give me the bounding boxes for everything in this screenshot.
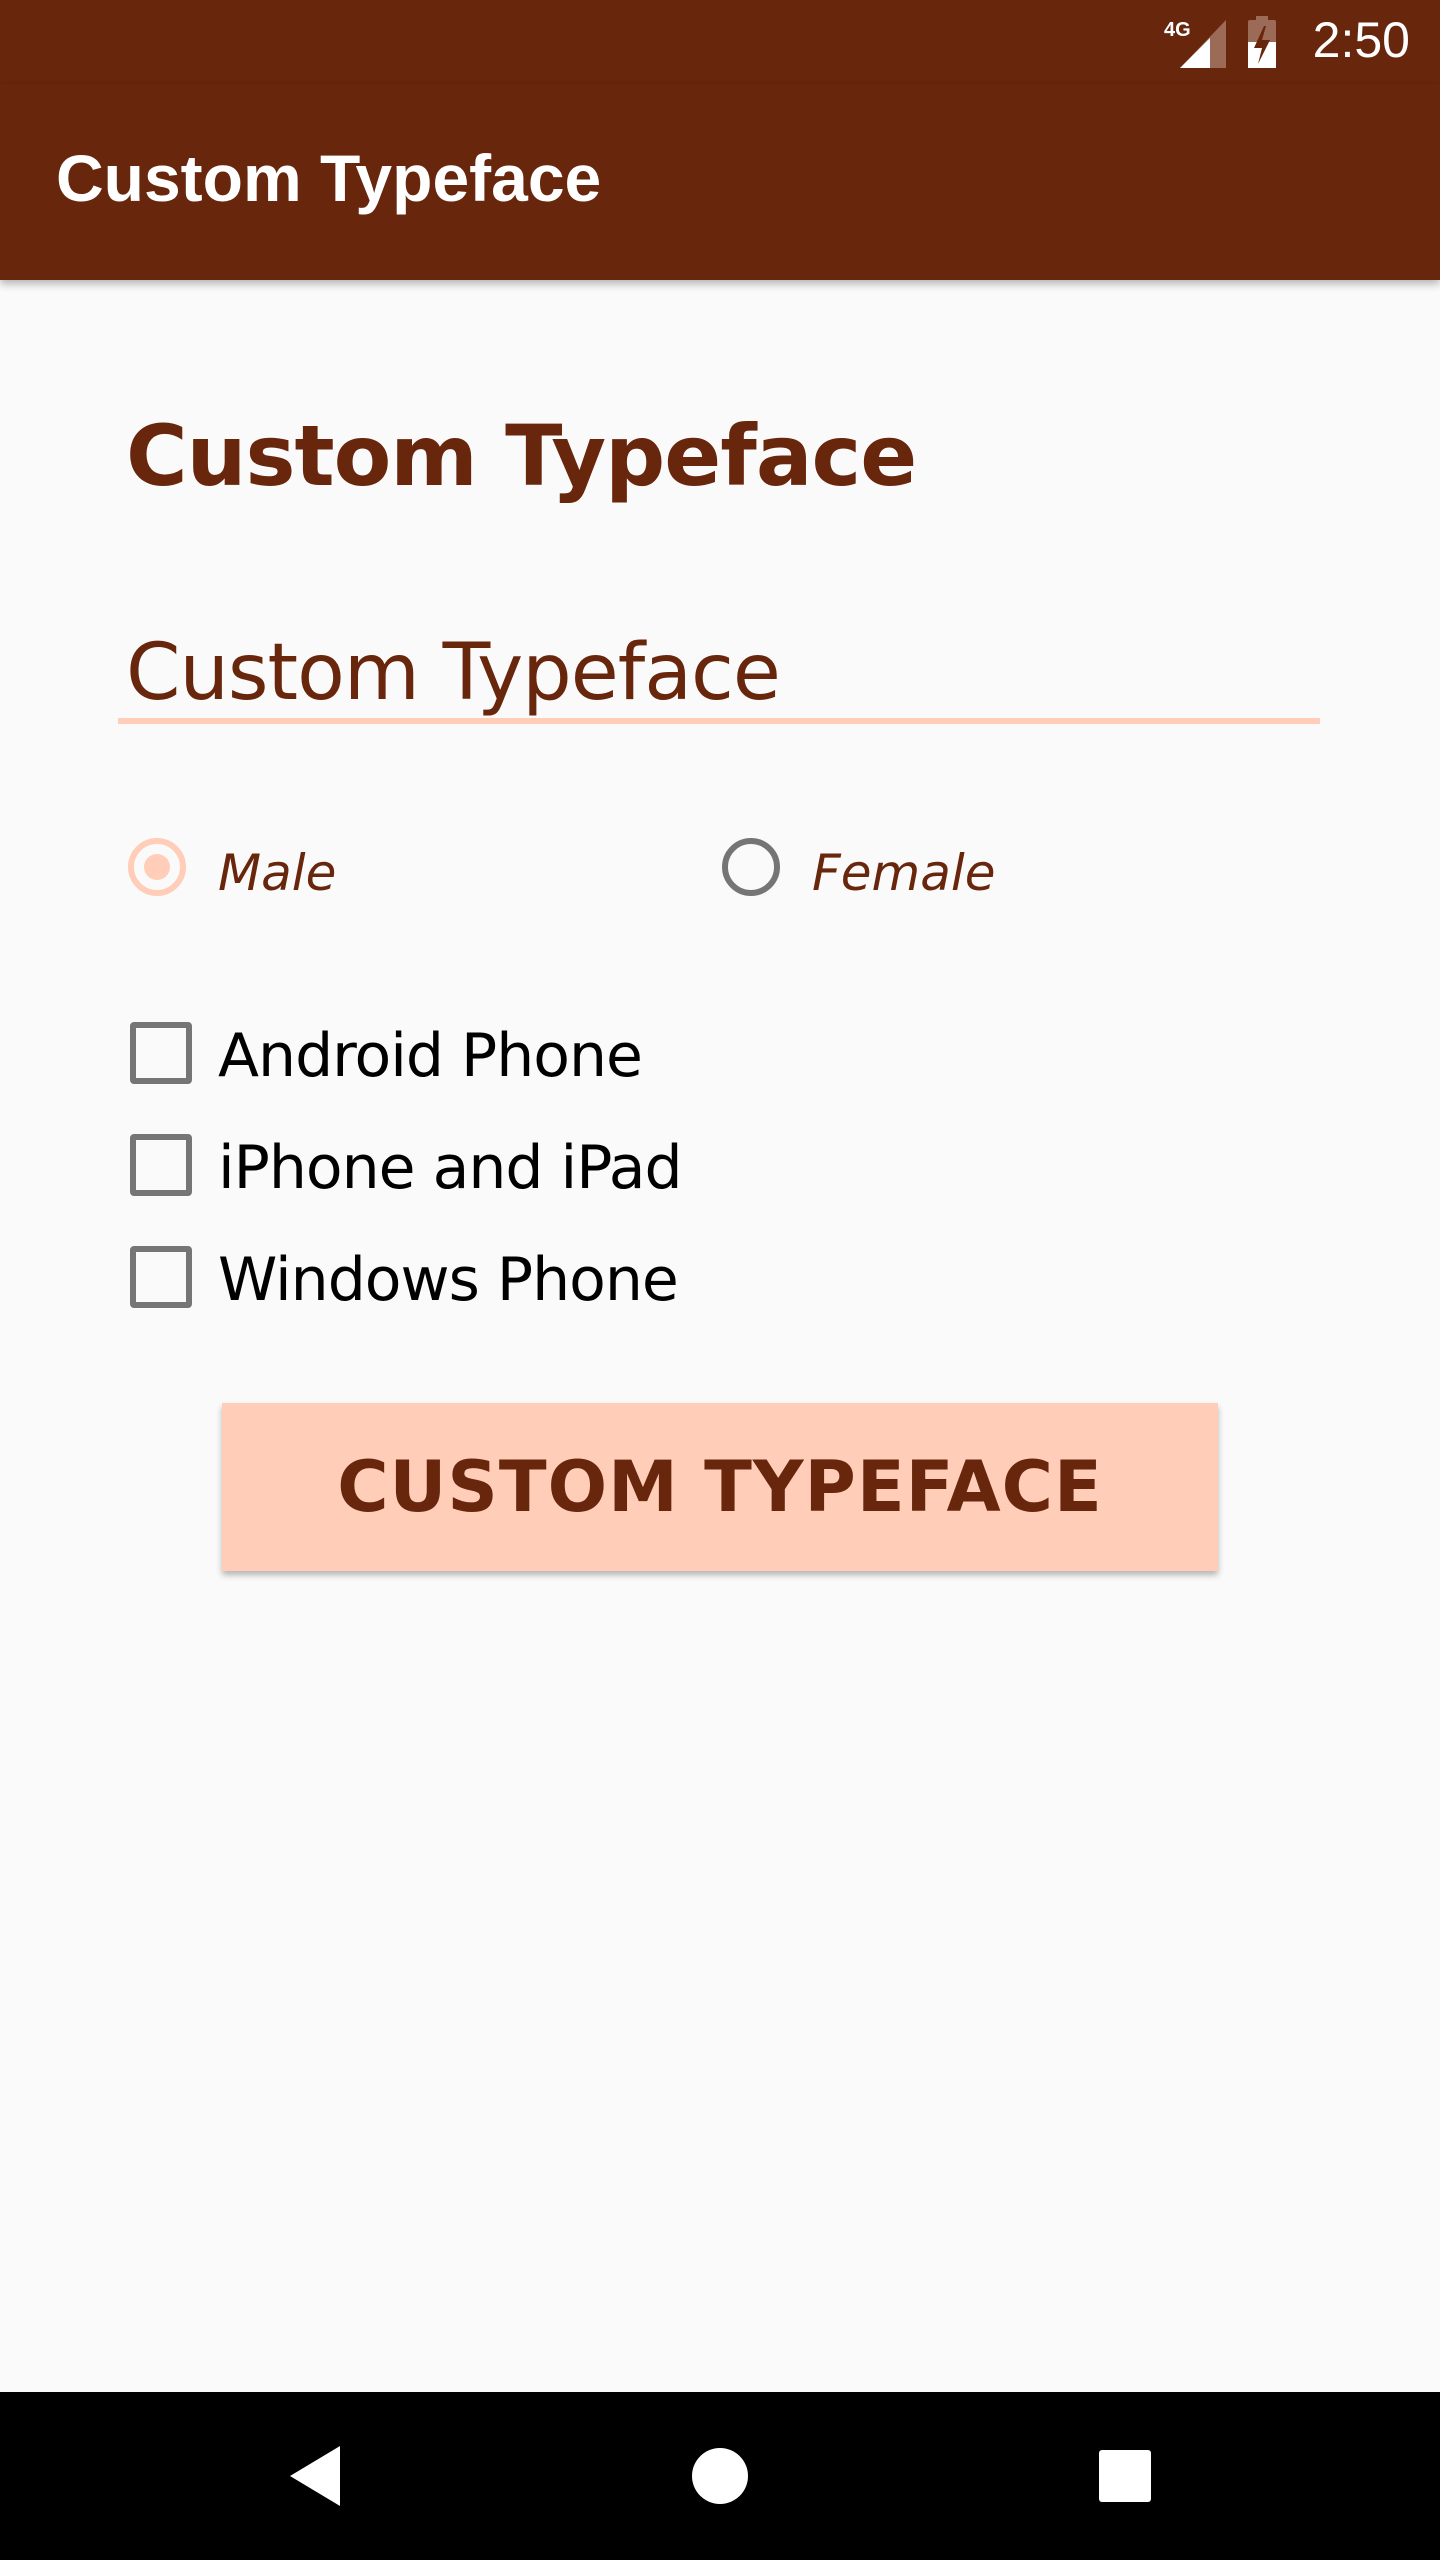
custom-typeface-button-label: CUSTOM TYPEFACE: [337, 1446, 1103, 1528]
checkbox-android-phone[interactable]: Android Phone: [128, 1020, 828, 1090]
status-icons: 4G: [1164, 16, 1276, 68]
checkbox-android-phone-label[interactable]: Android Phone: [218, 1026, 643, 1086]
radio-button-unchecked-icon[interactable]: [722, 838, 780, 896]
home-icon[interactable]: [670, 2426, 770, 2526]
checkbox-unchecked-icon[interactable]: [130, 1246, 192, 1308]
back-icon[interactable]: [266, 2426, 366, 2526]
app-bar-title: Custom Typeface: [56, 141, 602, 215]
radio-female[interactable]: Female: [718, 834, 1218, 910]
signal-icon: 4G: [1164, 19, 1226, 68]
radio-male-label[interactable]: Male: [218, 848, 336, 898]
checkbox-unchecked-icon[interactable]: [130, 1022, 192, 1084]
status-bar: 4G 2:50: [0, 0, 1440, 84]
navigation-bar: [0, 2392, 1440, 2560]
text-input-underline: [118, 718, 1320, 724]
page-heading: Custom Typeface: [126, 407, 917, 505]
network-label: 4G: [1164, 19, 1191, 41]
custom-typeface-button[interactable]: CUSTOM TYPEFACE: [222, 1403, 1218, 1571]
battery-charging-icon: [1248, 16, 1276, 68]
recents-icon[interactable]: [1075, 2426, 1175, 2526]
checkbox-iphone-ipad-label[interactable]: iPhone and iPad: [218, 1138, 683, 1198]
checkbox-unchecked-icon[interactable]: [130, 1134, 192, 1196]
text-input-value[interactable]: Custom Typeface: [126, 634, 781, 712]
radio-female-label[interactable]: Female: [812, 848, 996, 898]
radio-male[interactable]: Male: [124, 834, 624, 910]
radio-button-checked-icon[interactable]: [128, 838, 186, 896]
checkbox-iphone-ipad[interactable]: iPhone and iPad: [128, 1132, 828, 1202]
checkbox-windows-phone[interactable]: Windows Phone: [128, 1244, 828, 1314]
text-input-field[interactable]: Custom Typeface: [118, 620, 1320, 724]
app-bar: Custom Typeface: [0, 84, 1440, 280]
checkbox-windows-phone-label[interactable]: Windows Phone: [218, 1250, 679, 1310]
status-time: 2:50: [1312, 12, 1410, 68]
